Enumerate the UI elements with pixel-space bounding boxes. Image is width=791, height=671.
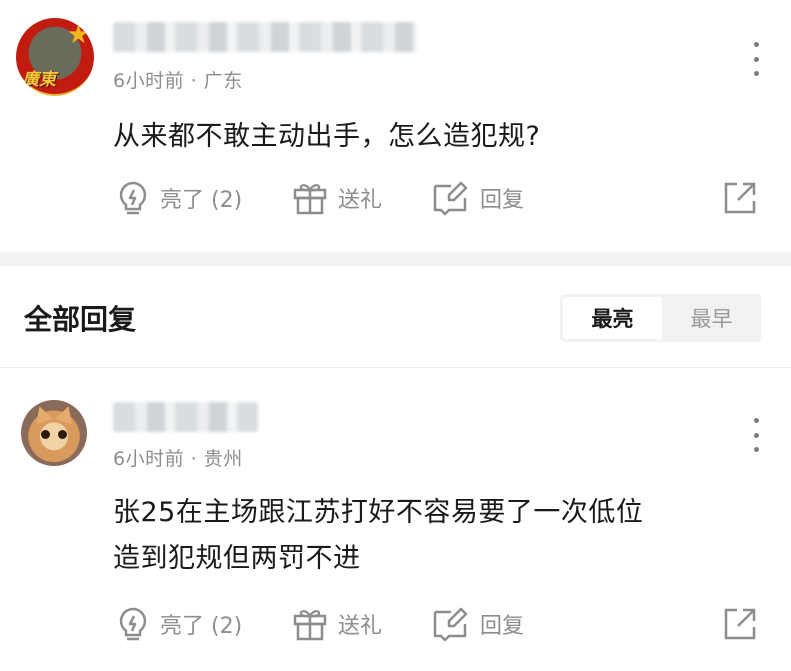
header-divider <box>0 367 791 368</box>
reply-label: 回复 <box>480 188 525 213</box>
sort-toggle: 最亮 最早 <box>560 294 761 342</box>
comment-location: 广东 <box>203 70 243 92</box>
username-blurred[interactable] <box>113 22 417 52</box>
gift-button[interactable]: 送礼 <box>292 178 382 218</box>
like-label: 亮了 (2) <box>160 188 243 213</box>
comment-text-line-2: 造到犯规但两罚不进 <box>113 543 361 574</box>
reply-label: 回复 <box>480 614 525 639</box>
like-label: 亮了 (2) <box>160 614 243 639</box>
avatar[interactable] <box>21 400 87 466</box>
reply-button[interactable]: 回复 <box>432 604 524 644</box>
replies-header: 全部回复 最亮 最早 <box>0 266 791 368</box>
more-vertical-icon[interactable] <box>746 418 766 452</box>
gift-button[interactable]: 送礼 <box>292 604 382 644</box>
more-vertical-icon[interactable] <box>746 42 766 76</box>
share-icon <box>722 606 758 642</box>
comment-text: 从来都不敢主动出手，怎么造犯规? <box>113 121 541 152</box>
comment-time: 6小时前 <box>113 448 185 470</box>
comment-thread-page: ★ 廣東 6小时前 · 广东 从来都不敢主动出手，怎么造犯规? 亮了 (2) 送… <box>0 0 791 671</box>
share-button[interactable] <box>722 178 758 218</box>
section-divider <box>0 252 791 266</box>
like-button[interactable]: 亮了 (2) <box>116 604 242 644</box>
lightbulb-icon <box>116 606 150 642</box>
action-bar: 亮了 (2) 送礼 回复 <box>0 604 791 644</box>
gift-label: 送礼 <box>338 614 383 639</box>
meta-separator: · <box>190 448 204 470</box>
avatar[interactable]: ★ 廣東 <box>16 18 94 96</box>
star-icon: ★ <box>66 20 90 50</box>
like-button[interactable]: 亮了 (2) <box>116 178 242 218</box>
comment-time: 6小时前 <box>113 70 185 92</box>
sort-earliest-button[interactable]: 最早 <box>662 294 761 342</box>
action-bar: 亮了 (2) 送礼 回复 <box>0 178 791 218</box>
edit-reply-icon <box>432 180 470 216</box>
meta-separator: · <box>190 70 204 92</box>
avatar-badge-text: 廣東 <box>22 70 56 90</box>
sort-hottest-button[interactable]: 最亮 <box>563 297 662 339</box>
top-comment: ★ 廣東 6小时前 · 广东 从来都不敢主动出手，怎么造犯规? 亮了 (2) 送… <box>0 0 791 252</box>
username-blurred[interactable] <box>113 402 258 432</box>
comment-text-line-1: 张25在主场跟江苏打好不容易要了一次低位 <box>113 497 644 528</box>
comment-meta: 6小时前 · 广东 <box>113 66 243 93</box>
reply-button[interactable]: 回复 <box>432 178 524 218</box>
gift-icon <box>292 181 328 215</box>
gift-icon <box>292 607 328 641</box>
edit-reply-icon <box>432 606 470 642</box>
lightbulb-icon <box>116 180 150 216</box>
section-title: 全部回复 <box>24 303 137 336</box>
comment-location: 贵州 <box>203 448 243 470</box>
share-button[interactable] <box>722 604 758 644</box>
share-icon <box>722 180 758 216</box>
comment-meta: 6小时前 · 贵州 <box>113 444 243 471</box>
gift-label: 送礼 <box>338 188 383 213</box>
